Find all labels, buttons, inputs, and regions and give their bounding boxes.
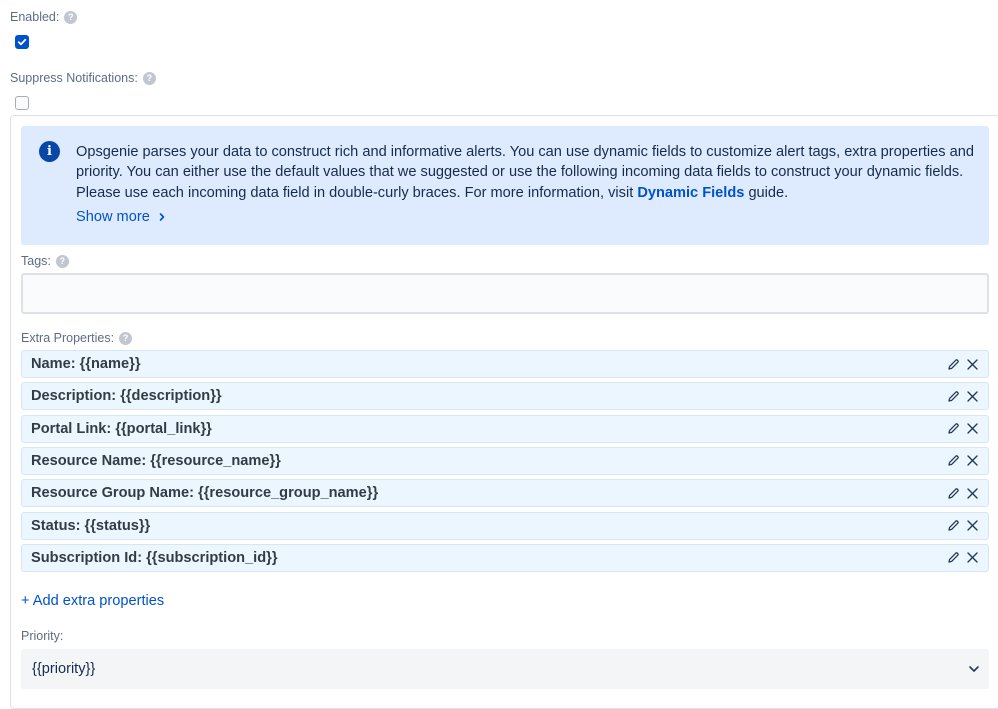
- pencil-icon[interactable]: [947, 519, 960, 532]
- close-icon[interactable]: [966, 519, 979, 532]
- dynamic-fields-link[interactable]: Dynamic Fields: [637, 185, 744, 201]
- suppress-notifications-checkbox[interactable]: [15, 96, 29, 110]
- suppress-notifications-label: Suppress Notifications: ?: [10, 71, 156, 85]
- pencil-icon[interactable]: [947, 390, 960, 403]
- extra-property-text: Resource Group Name: {{resource_group_na…: [31, 485, 379, 502]
- extra-property-text: Resource Name: {{resource_name}}: [31, 452, 281, 469]
- close-icon[interactable]: [966, 487, 979, 500]
- enabled-label-text: Enabled:: [10, 10, 60, 24]
- pencil-icon[interactable]: [947, 358, 960, 371]
- close-icon[interactable]: [966, 422, 979, 435]
- info-text-after: guide.: [744, 184, 789, 201]
- info-icon: i: [39, 141, 60, 162]
- show-more-label: Show more: [76, 209, 150, 225]
- enabled-checkbox[interactable]: [15, 35, 29, 49]
- suppress-notifications-label-text: Suppress Notifications:: [10, 71, 138, 85]
- extra-property-actions: [947, 454, 979, 467]
- chevron-down-icon: [969, 666, 979, 672]
- tags-input[interactable]: [21, 273, 989, 314]
- info-text-before: Opsgenie parses your data to construct r…: [76, 144, 974, 201]
- priority-label-text: Priority:: [21, 629, 64, 643]
- pencil-icon[interactable]: [947, 422, 960, 435]
- show-more-button[interactable]: Show more: [76, 209, 166, 225]
- extra-property-actions: [947, 519, 979, 532]
- enabled-label: Enabled: ?: [10, 10, 78, 24]
- info-banner: i Opsgenie parses your data to construct…: [21, 126, 989, 245]
- chevron-right-icon: [159, 213, 165, 221]
- extra-properties-label: Extra Properties: ?: [21, 331, 133, 345]
- tags-label: Tags: ?: [21, 254, 69, 268]
- priority-value: {{priority}}: [32, 661, 96, 677]
- priority-label: Priority:: [21, 629, 63, 643]
- extra-property-row: Name: {{name}}: [21, 350, 989, 378]
- question-circle-icon[interactable]: ?: [119, 331, 133, 345]
- extra-property-text: Subscription Id: {{subscription_id}}: [31, 549, 278, 566]
- extra-property-actions: [947, 487, 979, 500]
- question-circle-icon[interactable]: ?: [64, 10, 78, 24]
- pencil-icon[interactable]: [947, 551, 960, 564]
- close-icon[interactable]: [966, 454, 979, 467]
- extra-property-row: Subscription Id: {{subscription_id}}: [21, 543, 989, 572]
- question-circle-icon[interactable]: ?: [55, 254, 69, 268]
- extra-property-text: Description: {{description}}: [31, 388, 222, 405]
- extra-property-actions: [947, 390, 979, 403]
- add-extra-properties-link[interactable]: + Add extra properties: [21, 593, 164, 609]
- extra-property-actions: [947, 422, 979, 435]
- extra-property-text: Portal Link: {{portal_link}}: [31, 420, 212, 437]
- close-icon[interactable]: [966, 390, 979, 403]
- extra-property-row: Resource Group Name: {{resource_group_na…: [21, 479, 989, 508]
- question-circle-icon[interactable]: ?: [142, 71, 156, 85]
- close-icon[interactable]: [966, 551, 979, 564]
- priority-select[interactable]: {{priority}}: [21, 649, 989, 689]
- pencil-icon[interactable]: [947, 487, 960, 500]
- extra-property-row: Description: {{description}}: [21, 382, 989, 411]
- extra-properties-label-text: Extra Properties:: [21, 331, 115, 345]
- tags-label-text: Tags:: [21, 254, 51, 268]
- pencil-icon[interactable]: [947, 454, 960, 467]
- extra-property-text: Status: {{status}}: [31, 517, 151, 534]
- info-banner-text: Opsgenie parses your data to construct r…: [76, 142, 976, 203]
- checkmark-icon: [17, 38, 27, 46]
- extra-property-actions: [947, 358, 979, 371]
- extra-property-actions: [947, 551, 979, 564]
- extra-property-row: Status: {{status}}: [21, 511, 989, 540]
- extra-property-text: Name: {{name}}: [31, 356, 141, 372]
- extra-property-row: Portal Link: {{portal_link}}: [21, 414, 989, 443]
- close-icon[interactable]: [966, 358, 979, 371]
- extra-property-row: Resource Name: {{resource_name}}: [21, 446, 989, 475]
